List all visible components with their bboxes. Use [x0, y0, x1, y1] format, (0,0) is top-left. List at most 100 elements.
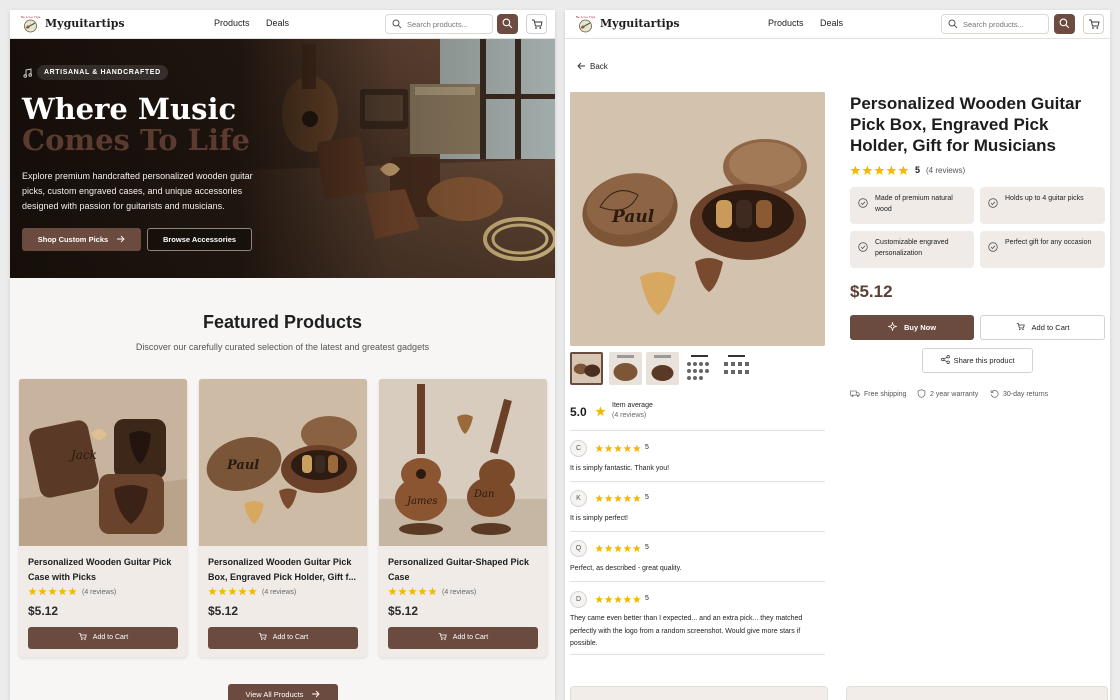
reviewer-avatar: Q: [570, 540, 587, 557]
cart-icon: [1089, 19, 1100, 29]
thumbnail-2[interactable]: [609, 352, 642, 385]
product-card[interactable]: Jack Personalized Wooden Guitar Pick Cas…: [19, 379, 187, 657]
add-to-cart-label: Add to Cart: [92, 634, 129, 641]
feature-text: Customizable engraved personalization: [875, 239, 949, 257]
review-count: (4 reviews): [442, 589, 477, 596]
search-button[interactable]: [497, 14, 518, 34]
search-input[interactable]: Search products...: [407, 20, 468, 29]
main-product-image[interactable]: Paul: [570, 92, 825, 346]
search-input[interactable]: Search products...: [963, 20, 1024, 29]
feature-card: Perfect gift for any occasion: [980, 231, 1105, 268]
product-card[interactable]: Paul Personalized Wooden Guitar Pick Box…: [199, 379, 367, 657]
cart-icon: [532, 19, 543, 29]
hero-title-line1: Where Music: [22, 92, 237, 126]
review-score: 5: [645, 444, 649, 451]
review-score: 5: [645, 544, 649, 551]
thumbnail-image: [572, 354, 601, 383]
cart-icon: [1016, 323, 1025, 331]
review-text: It is simply fantastic. Thank you!: [570, 465, 670, 472]
rating-stars: [595, 444, 641, 453]
truck-icon: [850, 390, 860, 397]
related-card: [570, 686, 828, 700]
thumbnail-image: [683, 352, 716, 385]
product-price: $5.12: [208, 604, 239, 618]
rating-stars: [28, 587, 77, 596]
featured-title: Featured Products: [202, 312, 363, 332]
trust-item-returns: 30-day returns: [990, 387, 1048, 398]
product-card[interactable]: James Dan Personalized Guitar-Shaped Pic…: [379, 379, 547, 657]
feature-text: Made of premium natural wood: [875, 195, 953, 213]
arrow-right-icon: [117, 235, 125, 243]
product-detail-panel: Be Love Tips Myguitartips Products Deals…: [565, 10, 1110, 700]
shop-custom-picks-button[interactable]: Shop Custom Picks: [22, 228, 141, 251]
divider: [570, 481, 825, 482]
rating-stars: [595, 494, 641, 503]
brand-name[interactable]: Myguitartips: [45, 17, 125, 30]
divider: [570, 430, 825, 431]
add-to-cart-label: Add to Cart: [1031, 323, 1070, 332]
cart-icon: [258, 633, 267, 641]
divider: [570, 654, 825, 655]
nav-deals-link[interactable]: Deals: [266, 18, 289, 28]
product-title: Personalized Wooden Guitar Pick Box, Eng…: [850, 94, 1082, 155]
thumbnail-3[interactable]: [646, 352, 679, 385]
search-field[interactable]: Search products...: [385, 14, 493, 34]
reviewer-avatar: D: [570, 591, 587, 608]
add-to-cart-button[interactable]: Add to Cart: [208, 627, 358, 649]
nav-deals-link[interactable]: Deals: [820, 18, 843, 28]
rating-stars: [595, 544, 641, 553]
product-title[interactable]: Personalized Guitar-Shaped Pick Case: [388, 555, 540, 584]
hero-kicker-badge: ARTISANAL & HANDCRAFTED: [37, 65, 168, 80]
cart-icon: [78, 633, 87, 641]
back-link[interactable]: Back: [577, 61, 608, 71]
hero-banner: ARTISANAL & HANDCRAFTED Where Music Come…: [10, 39, 555, 278]
browse-accessories-button[interactable]: Browse Accessories: [147, 228, 252, 251]
add-to-cart-button[interactable]: Add to Cart: [980, 315, 1105, 340]
product-title[interactable]: Personalized Wooden Guitar Pick Box, Eng…: [208, 555, 360, 584]
add-to-cart-button[interactable]: Add to Cart: [388, 627, 538, 649]
rating-stars: [595, 595, 641, 604]
review-score: 5: [645, 494, 649, 501]
feature-text: Perfect gift for any occasion: [1005, 239, 1092, 246]
review-text: They came even better than I expected...…: [570, 615, 803, 647]
star-icon: [595, 406, 606, 417]
check-circle-icon: [988, 198, 998, 208]
svg-text:Paul: Paul: [226, 458, 259, 473]
svg-text:Be Love Tips: Be Love Tips: [576, 15, 596, 19]
rating-stars: [388, 587, 437, 596]
add-to-cart-button[interactable]: Add to Cart: [28, 627, 178, 649]
logo-icon[interactable]: Be Love Tips: [20, 14, 41, 35]
buy-now-button[interactable]: Buy Now: [850, 315, 974, 340]
svg-text:Jack: Jack: [68, 448, 97, 462]
add-to-cart-label: Add to Cart: [452, 634, 489, 641]
trust-item-shipping: Free shipping: [850, 387, 906, 398]
average-label: Item average: [612, 402, 653, 409]
check-circle-icon: [988, 242, 998, 252]
product-image[interactable]: Jack: [19, 379, 187, 546]
view-all-products-button[interactable]: View All Products: [228, 684, 338, 700]
thumbnail-4[interactable]: [683, 352, 716, 385]
share-product-button[interactable]: Share this product: [922, 348, 1033, 373]
hero-description: Explore premium handcrafted personalized…: [22, 171, 253, 211]
thumbnail-1[interactable]: [570, 352, 603, 385]
product-image[interactable]: Paul: [199, 379, 367, 546]
nav-products-link[interactable]: Products: [214, 18, 250, 28]
trust-item-warranty: 2 year warranty: [917, 387, 978, 398]
logo-icon[interactable]: Be Love Tips: [575, 14, 596, 35]
share-icon: [940, 355, 950, 364]
back-label: Back: [590, 62, 608, 71]
svg-text:Dan: Dan: [473, 489, 494, 500]
product-image[interactable]: James Dan: [379, 379, 547, 546]
cart-button[interactable]: [526, 14, 547, 34]
search-field[interactable]: Search products...: [941, 14, 1049, 34]
search-button[interactable]: [1054, 14, 1075, 34]
cart-button[interactable]: [1083, 14, 1104, 34]
brand-name[interactable]: Myguitartips: [600, 17, 680, 30]
product-price: $5.12: [388, 604, 419, 618]
review-count[interactable]: (4 reviews): [926, 166, 965, 175]
nav-products-link[interactable]: Products: [768, 18, 804, 28]
product-title[interactable]: Personalized Wooden Guitar Pick Case wit…: [28, 555, 180, 584]
thumbnail-5[interactable]: [720, 352, 753, 385]
shield-icon: [917, 389, 926, 398]
music-note-icon: [23, 68, 32, 78]
